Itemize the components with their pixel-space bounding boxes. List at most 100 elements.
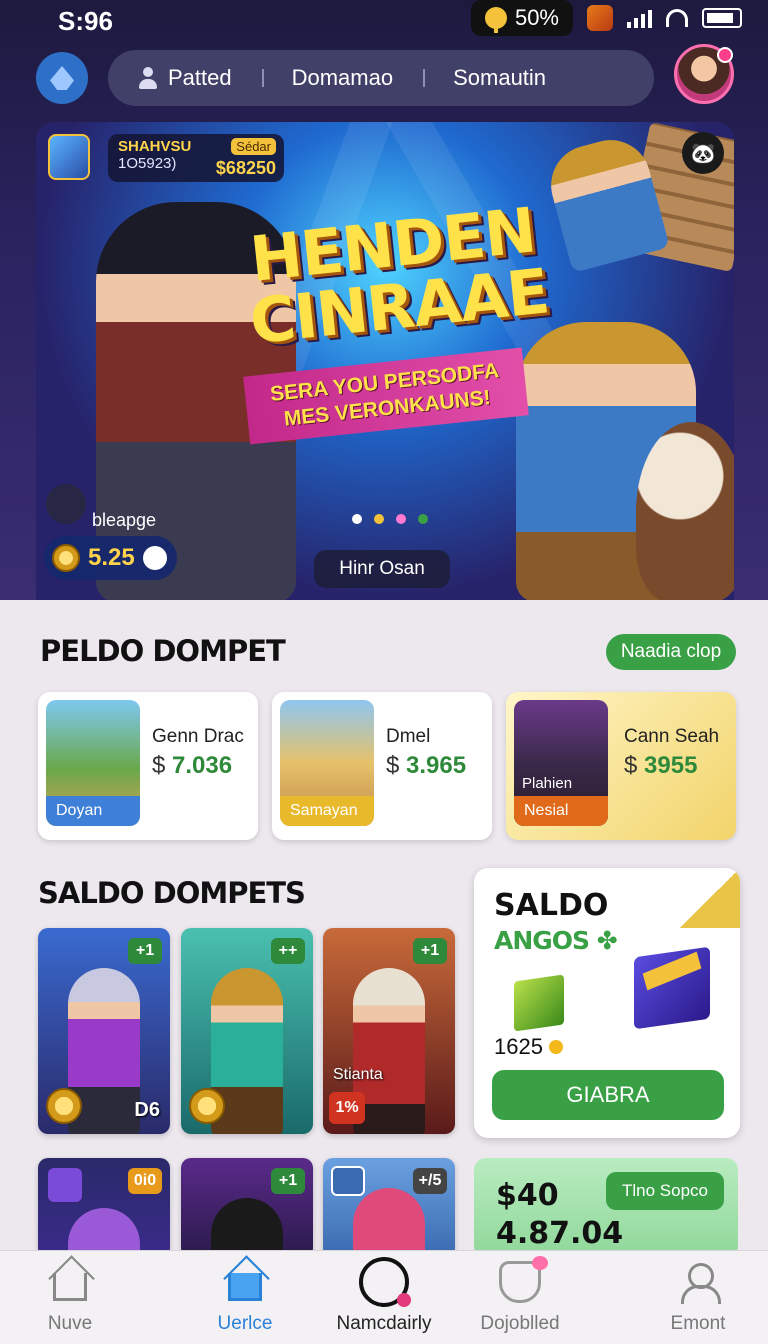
blue-cube-icon bbox=[634, 946, 710, 1030]
battery-pill: 50% bbox=[470, 0, 573, 36]
price-value: 3955 bbox=[644, 752, 698, 779]
tab-label: Patted bbox=[168, 65, 232, 90]
price-value: 3.965 bbox=[406, 752, 467, 779]
home-icon bbox=[53, 1273, 87, 1301]
shield-icon bbox=[499, 1256, 548, 1303]
balance-value-2: 4.87.04 bbox=[496, 1216, 624, 1251]
carousel-dot[interactable] bbox=[418, 514, 428, 524]
profile-icon bbox=[677, 1261, 721, 1304]
product-name: Genn Drac bbox=[152, 726, 244, 747]
app-logo-icon[interactable] bbox=[36, 52, 88, 104]
game-card[interactable]: +1 bbox=[181, 1158, 313, 1258]
status-time: S:96 bbox=[58, 6, 113, 36]
carousel-dots[interactable] bbox=[352, 514, 428, 524]
saldo-card: SALDO ANGOS ✤ 1625 GIABRA bbox=[474, 868, 740, 1138]
green-cube-icon bbox=[514, 974, 564, 1032]
hero-cta-button[interactable]: Hinr Osan bbox=[314, 550, 450, 588]
status-icons: 50% bbox=[470, 0, 742, 36]
coin-balance[interactable]: 5.25 bbox=[44, 536, 177, 580]
product-name: Dmel bbox=[386, 726, 431, 747]
carousel-dot[interactable] bbox=[396, 514, 406, 524]
section-title: PELDO DOMPET bbox=[40, 634, 286, 668]
nav-label: Namcdairly bbox=[336, 1313, 432, 1334]
game-card[interactable]: +/5 bbox=[323, 1158, 455, 1258]
carousel-dot[interactable] bbox=[374, 514, 384, 524]
nav-item-home[interactable]: Nuve bbox=[0, 1251, 140, 1344]
product-price: $ 3955 bbox=[624, 752, 697, 780]
discount-badge: 1% bbox=[329, 1092, 365, 1124]
coin-icon bbox=[46, 1088, 82, 1124]
product-card[interactable]: Doyan Genn Drac $ 7.036 bbox=[38, 692, 258, 840]
corner-ribbon bbox=[680, 868, 740, 928]
carousel-dot[interactable] bbox=[352, 514, 362, 524]
tab-somautin[interactable]: Somautin bbox=[423, 65, 576, 91]
product-price: $ 3.965 bbox=[386, 752, 466, 780]
hero-score-box: SHAHVSU 1O5923) Sédar $68250 bbox=[108, 134, 284, 182]
tab-label: Somautin bbox=[453, 65, 547, 90]
game-card[interactable]: 0i0 bbox=[38, 1158, 170, 1258]
game-card[interactable]: ++ bbox=[181, 928, 313, 1134]
coin-icon bbox=[189, 1088, 225, 1124]
product-price: $ 7.036 bbox=[152, 752, 232, 780]
game-card[interactable]: +1 D6 bbox=[38, 928, 170, 1134]
saldo-title: SALDO bbox=[494, 888, 609, 923]
battery-icon bbox=[702, 8, 742, 28]
top-header: S:96 50% Patted Domamao Somautin SHAHVSU… bbox=[0, 0, 768, 600]
game-card[interactable]: +1 Stianta 1% bbox=[323, 928, 455, 1134]
avatar[interactable] bbox=[674, 44, 734, 104]
product-thumbnail: Doyan bbox=[46, 700, 140, 826]
battery-percent: 50% bbox=[514, 5, 559, 30]
game-emblem-icon bbox=[48, 134, 90, 180]
key-icon bbox=[484, 7, 507, 33]
hero-page-label: bleapge bbox=[92, 510, 157, 530]
balance-value-1: $40 bbox=[496, 1178, 559, 1213]
nav-item-emont[interactable]: Emont bbox=[628, 1251, 768, 1344]
nav-item-namcdairly[interactable]: Namcdairly bbox=[314, 1251, 454, 1344]
product-name: Cann Seah bbox=[624, 726, 720, 747]
product-thumbnail: Samayan bbox=[280, 700, 374, 826]
saldo-amount: 1625 bbox=[494, 1034, 563, 1060]
balance-button[interactable]: Tlno Sopco bbox=[606, 1172, 724, 1210]
saldo-button[interactable]: GIABRA bbox=[492, 1070, 724, 1120]
tab-patted[interactable]: Patted bbox=[108, 65, 262, 91]
notification-dot bbox=[717, 47, 733, 63]
coin-icon bbox=[52, 544, 80, 572]
nav-item-dojoblled[interactable]: Dojoblled bbox=[450, 1251, 590, 1344]
bottom-nav: Nuve Uerlce Namcdairly Dojoblled Emont bbox=[0, 1250, 768, 1344]
game-icon bbox=[48, 1168, 82, 1202]
plus-badge: +1 bbox=[413, 938, 447, 964]
game-icon bbox=[331, 1166, 365, 1196]
saldo-subtitle: ANGOS ✤ bbox=[494, 926, 618, 955]
character-figure bbox=[211, 1198, 283, 1258]
product-thumbnail: Plahien Nesial bbox=[514, 700, 608, 826]
score-value: $68250 bbox=[215, 158, 276, 178]
balance-card: $40 4.87.04 Tlno Sopco bbox=[474, 1158, 738, 1258]
nav-label: Emont bbox=[670, 1313, 726, 1334]
mascot-icon[interactable]: 🐼 bbox=[682, 132, 724, 174]
home-active-icon bbox=[228, 1273, 262, 1301]
section-action-button[interactable]: Naadia clop bbox=[606, 634, 736, 670]
nav-item-uerlce[interactable]: Uerlce bbox=[175, 1251, 315, 1344]
game-badge-icon bbox=[587, 5, 613, 31]
coin-icon bbox=[548, 1040, 563, 1054]
product-tag: Doyan bbox=[46, 796, 140, 826]
product-card[interactable]: Samayan Dmel $ 3.965 bbox=[272, 692, 492, 840]
currency-symbol: $ bbox=[386, 752, 400, 779]
top-nav: Patted Domamao Somautin bbox=[0, 44, 768, 112]
currency-symbol: $ bbox=[152, 752, 166, 779]
product-card[interactable]: Plahien Nesial Cann Seah $ 3955 bbox=[506, 692, 736, 840]
product-tag: Samayan bbox=[280, 796, 374, 826]
tab-domamao[interactable]: Domamao bbox=[261, 65, 423, 91]
hero-banner[interactable]: SHAHVSU 1O5923) Sédar $68250 🐼 HENDEN CI… bbox=[36, 122, 734, 600]
nav-label: Dojoblled bbox=[480, 1313, 560, 1334]
ring-icon bbox=[359, 1257, 411, 1307]
coin-amount: 5.25 bbox=[88, 544, 135, 571]
signal-icon bbox=[627, 8, 652, 28]
page-icon bbox=[46, 484, 86, 524]
nav-label: Nuve bbox=[47, 1313, 93, 1334]
score-tag: Sédar bbox=[231, 138, 276, 155]
section-title: SALDO DOMPETS bbox=[38, 876, 306, 910]
saldo-amount-value: 1625 bbox=[494, 1034, 543, 1059]
thumb-caption: Plahien bbox=[522, 775, 573, 792]
plus-badge: +1 bbox=[128, 938, 162, 964]
